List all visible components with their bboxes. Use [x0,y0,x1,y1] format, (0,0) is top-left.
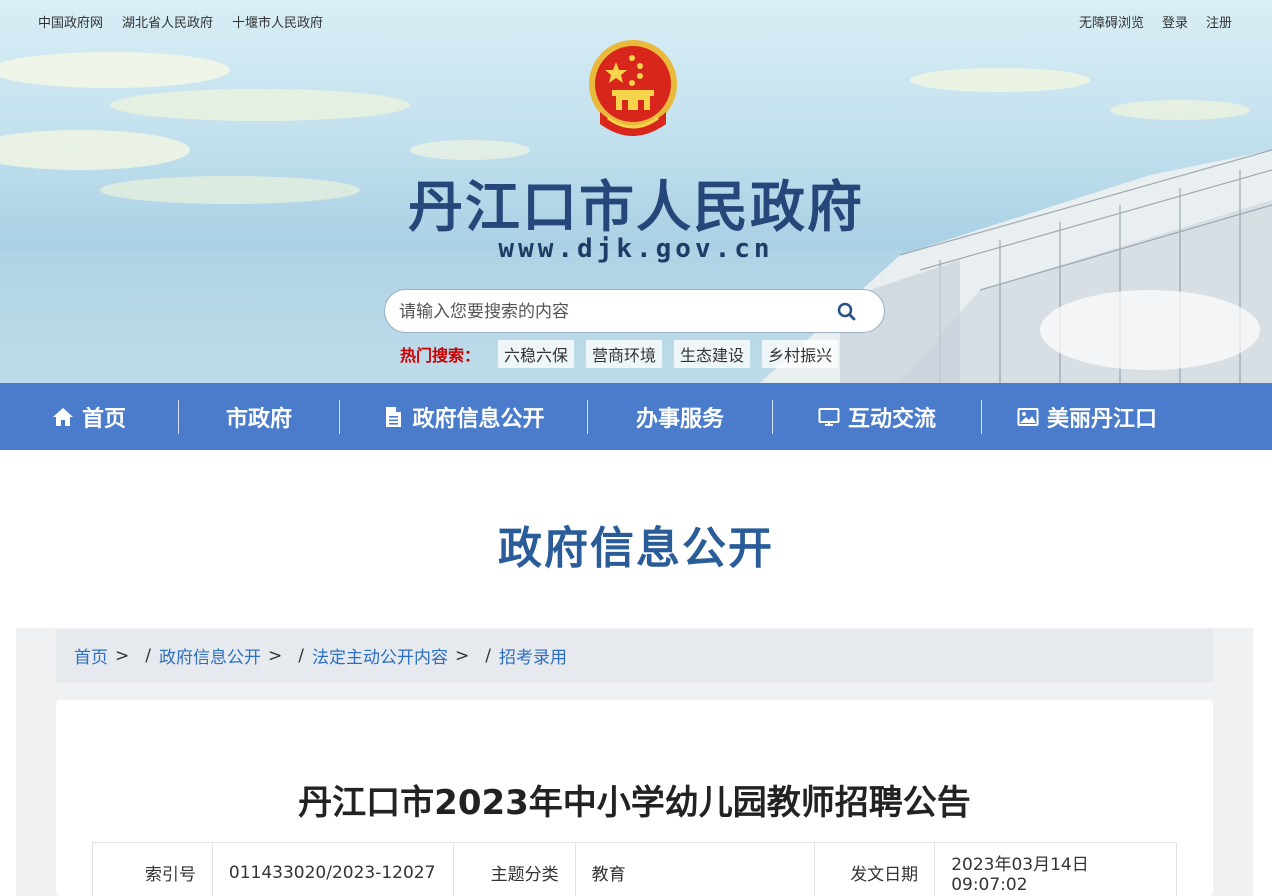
nav-label: 市政府 [225,406,292,432]
nav-city-government[interactable]: 市政府 [179,383,339,450]
hot-tag[interactable]: 六稳六保 [498,340,575,368]
breadcrumb-home[interactable]: 首页 [74,643,108,668]
breadcrumb-statutory-content[interactable]: 法定主动公开内容 [312,643,448,668]
nav-gov-info[interactable]: 政府信息公开 [340,383,587,450]
nav-label: 办事服务 [635,406,724,432]
national-emblem-icon [589,40,677,136]
article-title: 丹江口市2023年中小学幼儿园教师招聘公告 [298,783,971,823]
nav-label: 美丽丹江口 [1046,406,1157,432]
nav-home[interactable]: 首页 [0,383,178,450]
hot-search-label: 热门搜索： [400,346,481,365]
site-url: www.djk.gov.cn [498,234,774,264]
picture-icon [1017,407,1039,426]
login-link[interactable]: 登录 [1162,12,1188,31]
article-meta-table: 索引号 011433020/2023-12027 主题分类 教育 发文日期 20… [92,842,1177,896]
index-value: 011433020/2023-12027 [211,842,454,896]
date-label: 发文日期 [814,842,936,896]
search-input[interactable] [399,300,819,324]
search-box [384,289,885,333]
hot-tag[interactable]: 营商环境 [586,340,663,368]
index-label: 索引号 [92,842,213,896]
section-title: 政府信息公开 [498,523,774,574]
monitor-icon [818,407,840,426]
article-panel: 丹江口市2023年中小学幼儿园教师招聘公告 索引号 011433020/2023… [56,700,1213,896]
nav-label: 互动交流 [847,406,936,432]
hot-tag[interactable]: 生态建设 [674,340,751,368]
breadcrumb: 首页 > / 政府信息公开 > / 法定主动公开内容 > / 招考录用 [56,629,1213,682]
nav-beautiful-danjiangkou[interactable]: 美丽丹江口 [982,383,1192,450]
home-icon [52,407,73,426]
link-hubei-gov[interactable]: 湖北省人民政府 [122,12,213,31]
register-link[interactable]: 注册 [1206,12,1232,31]
nav-label: 首页 [81,406,126,432]
breadcrumb-recruitment[interactable]: 招考录用 [499,643,567,668]
link-china-gov[interactable]: 中国政府网 [38,12,103,31]
top-links-right: 无障碍浏览 登录 注册 [1079,12,1232,31]
nav-services[interactable]: 办事服务 [588,383,772,450]
search-icon[interactable] [836,301,858,323]
accessibility-link[interactable]: 无障碍浏览 [1079,12,1144,31]
nav-interaction[interactable]: 互动交流 [773,383,981,450]
top-links-left: 中国政府网 湖北省人民政府 十堰市人民政府 [38,12,323,31]
document-icon [386,406,402,427]
main-nav: 首页 市政府 政府信息公开 办事服务 互动交流 美丽丹江口 [0,383,1272,450]
header-banner: 中国政府网 湖北省人民政府 十堰市人民政府 无障碍浏览 登录 注册 丹江口市人民… [0,0,1272,383]
link-shiyan-gov[interactable]: 十堰市人民政府 [232,12,323,31]
table-row: 索引号 011433020/2023-12027 主题分类 教育 发文日期 20… [92,842,1177,896]
breadcrumb-gov-info[interactable]: 政府信息公开 [159,643,261,668]
topic-value: 教育 [574,842,816,896]
hot-search: 热门搜索： 六稳六保 营商环境 生态建设 乡村振兴 [400,340,850,368]
date-value: 2023年03月14日 09:07:02 [934,842,1177,896]
nav-label: 政府信息公开 [412,406,545,432]
site-title: 丹江口市人民政府 [407,174,864,239]
hot-tag[interactable]: 乡村振兴 [762,340,839,368]
topic-label: 主题分类 [452,842,576,896]
